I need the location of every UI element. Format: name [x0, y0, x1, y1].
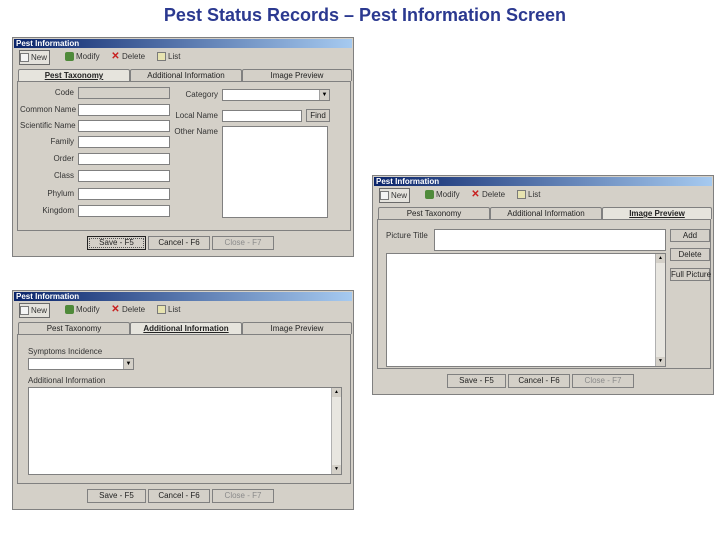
code-field [78, 87, 170, 99]
symptoms-incidence-label: Symptoms Incidence [28, 347, 103, 356]
scroll-up-icon[interactable]: ▲ [656, 254, 665, 263]
new-button[interactable]: New [19, 50, 51, 65]
other-name-label: Other Name [174, 127, 218, 136]
additional-information-field[interactable]: ▲ ▼ [28, 387, 342, 475]
find-button[interactable]: Find [306, 109, 330, 122]
delete-icon: ✕ [471, 189, 480, 201]
tab-additional-information[interactable]: Additional Information [130, 69, 242, 81]
tab-additional-information[interactable]: Additional Information [130, 322, 242, 334]
additional-panel: Symptoms Incidence ▼ Additional Informat… [17, 334, 351, 484]
toolbar: New Modify ✕ Delete List [15, 49, 351, 65]
family-label: Family [50, 137, 74, 146]
window-title: Pest Information [374, 177, 712, 186]
window-title: Pest Information [14, 39, 352, 48]
new-icon [380, 191, 389, 201]
other-name-field[interactable] [222, 126, 328, 218]
tab-image-preview[interactable]: Image Preview [242, 322, 352, 334]
common-name-label: Common Name [20, 105, 77, 114]
phylum-label: Phylum [47, 189, 74, 198]
delete-button[interactable]: ✕ Delete [111, 303, 145, 316]
delete-picture-button[interactable]: Delete [670, 248, 710, 261]
cancel-button[interactable]: Cancel - F6 [148, 489, 210, 503]
kingdom-label: Kingdom [42, 206, 74, 215]
modify-button[interactable]: Modify [65, 303, 100, 316]
pest-info-window-taxonomy: Pest Information New Modify ✕ Delete List… [12, 37, 354, 257]
list-button[interactable]: List [157, 303, 180, 316]
close-button[interactable]: Close - F7 [212, 489, 274, 503]
save-button[interactable]: Save - F5 [87, 489, 146, 503]
image-panel: Picture Title ▲ ▼ Add Delete Full Pictur… [377, 219, 711, 369]
tab-pest-taxonomy[interactable]: Pest Taxonomy [378, 207, 490, 219]
scrollbar[interactable]: ▲ ▼ [331, 388, 341, 474]
phylum-field[interactable] [78, 188, 170, 200]
tab-pest-taxonomy[interactable]: Pest Taxonomy [18, 322, 130, 334]
picture-preview-area: ▲ ▼ [386, 253, 666, 367]
add-picture-button[interactable]: Add [670, 229, 710, 242]
new-button[interactable]: New [379, 188, 411, 203]
chevron-down-icon[interactable]: ▼ [319, 90, 329, 100]
common-name-field[interactable] [78, 104, 170, 116]
pest-info-window-image: Pest Information New Modify ✕ Delete List… [372, 175, 714, 395]
scientific-name-label: Scientific Name [20, 121, 76, 130]
tab-image-preview[interactable]: Image Preview [242, 69, 352, 81]
scientific-name-field[interactable] [78, 120, 170, 132]
new-icon [20, 53, 29, 63]
close-button[interactable]: Close - F7 [212, 236, 274, 250]
delete-icon: ✕ [111, 51, 120, 63]
delete-button[interactable]: ✕ Delete [471, 188, 505, 201]
new-icon [20, 306, 29, 316]
category-label: Category [185, 90, 218, 99]
modify-button[interactable]: Modify [425, 188, 460, 201]
delete-icon: ✕ [111, 304, 120, 316]
cancel-button[interactable]: Cancel - F6 [148, 236, 210, 250]
scroll-down-icon[interactable]: ▼ [656, 357, 665, 366]
scroll-down-icon[interactable]: ▼ [332, 465, 341, 474]
order-field[interactable] [78, 153, 170, 165]
window-title: Pest Information [14, 292, 352, 301]
tab-additional-information[interactable]: Additional Information [490, 207, 602, 219]
local-name-field[interactable] [222, 110, 302, 122]
local-name-label: Local Name [175, 111, 218, 120]
picture-title-label: Picture Title [386, 231, 428, 240]
list-button[interactable]: List [517, 188, 540, 201]
list-icon [157, 305, 166, 315]
tab-image-preview[interactable]: Image Preview [602, 207, 712, 219]
symptoms-incidence-select[interactable]: ▼ [28, 358, 134, 370]
pest-info-window-additional: Pest Information New Modify ✕ Delete List… [12, 290, 354, 510]
close-button[interactable]: Close - F7 [572, 374, 634, 388]
delete-button[interactable]: ✕ Delete [111, 50, 145, 63]
modify-button[interactable]: Modify [65, 50, 100, 63]
chevron-down-icon[interactable]: ▼ [123, 359, 133, 369]
list-icon [517, 190, 526, 200]
modify-icon [65, 305, 74, 315]
list-icon [157, 52, 166, 62]
scrollbar[interactable]: ▲ ▼ [655, 254, 665, 366]
save-button[interactable]: Save - F5 [447, 374, 506, 388]
save-button[interactable]: Save - F5 [87, 236, 146, 250]
code-label: Code [54, 88, 74, 97]
picture-title-field[interactable] [434, 229, 666, 251]
list-button[interactable]: List [157, 50, 180, 63]
kingdom-field[interactable] [78, 205, 170, 217]
toolbar: New Modify ✕ Delete List [15, 302, 351, 318]
class-field[interactable] [78, 170, 170, 182]
tab-pest-taxonomy[interactable]: Pest Taxonomy [18, 69, 130, 81]
new-button[interactable]: New [19, 303, 51, 318]
class-label: Class [53, 171, 74, 180]
page-title: Pest Status Records – Pest Information S… [163, 5, 567, 25]
family-field[interactable] [78, 136, 170, 148]
order-label: Order [53, 154, 74, 163]
full-picture-button[interactable]: Full Picture [670, 268, 711, 281]
scroll-up-icon[interactable]: ▲ [332, 388, 341, 397]
modify-icon [425, 190, 434, 200]
modify-icon [65, 52, 74, 62]
cancel-button[interactable]: Cancel - F6 [508, 374, 570, 388]
additional-information-label: Additional Information [28, 376, 106, 385]
toolbar: New Modify ✕ Delete List [375, 187, 711, 203]
category-select[interactable]: ▼ [222, 89, 330, 101]
taxonomy-panel: Code Common Name Scientific Name Family … [17, 81, 351, 231]
